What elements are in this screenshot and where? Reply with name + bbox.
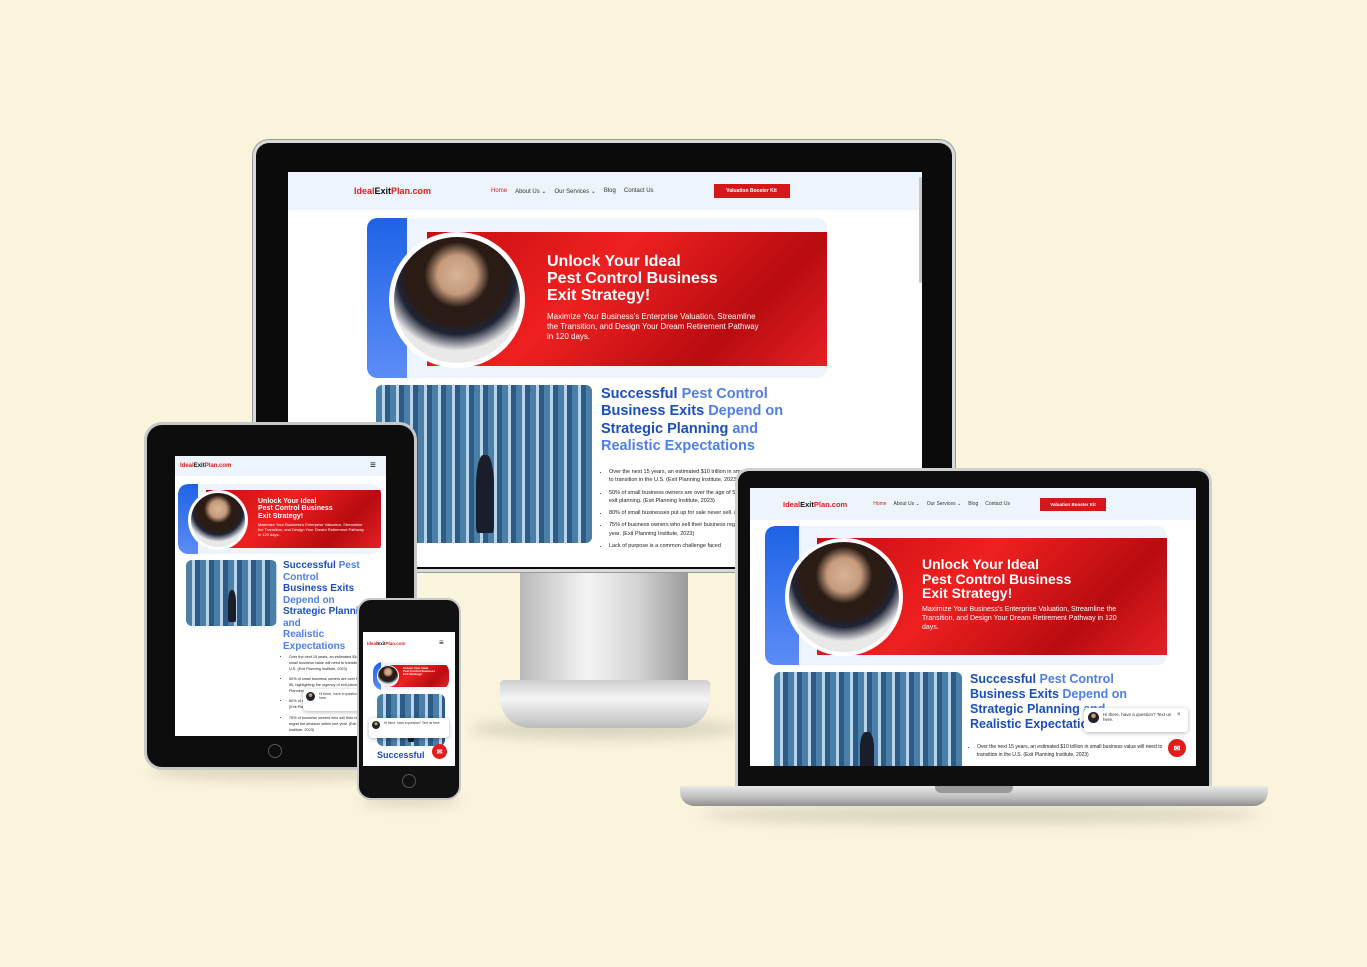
nav-home[interactable]: Home — [491, 188, 507, 195]
nav-services[interactable]: Our Services ⌄ — [554, 188, 595, 195]
stats-list: Over the next 15 years, an estimated $10… — [977, 744, 1167, 763]
list-item: Over the next 15 years, an estimated $10… — [977, 744, 1167, 759]
nav-contact[interactable]: Contact Us — [624, 188, 654, 195]
avatar — [306, 692, 315, 701]
chat-message: Hi there, have a question? Text us here. — [384, 721, 441, 725]
maze-image — [186, 560, 277, 626]
chat-button[interactable]: ✉ — [432, 744, 447, 759]
hero-banner: Unlock Your Ideal Pest Control Business Ex… — [178, 484, 381, 554]
speaker-photo — [191, 493, 245, 547]
scrollbar[interactable] — [919, 177, 922, 283]
hero-title: Unlock Your Ideal Pest Control Business Ex… — [547, 253, 718, 304]
maze-image — [774, 672, 962, 766]
hero-portrait — [389, 232, 525, 368]
chevron-down-icon: ⌄ — [590, 188, 596, 195]
hero-portrait — [188, 490, 248, 550]
navbar: IdealExitPlan.com Home About Us ⌄ Our Se… — [288, 172, 922, 210]
phone-home-button[interactable] — [402, 774, 416, 788]
navbar: IdealExitPlan.com Home About Us ⌄ Our Se… — [750, 488, 1196, 520]
hero-title: Unlock Your Ideal Pest Control Business Ex… — [258, 498, 333, 520]
section-heading: Successful Pest Control Business Exits D… — [601, 386, 784, 455]
speaker-photo — [789, 542, 899, 652]
hero-banner: Unlock Your Ideal Pest Control Business Ex… — [367, 218, 827, 378]
nav-about[interactable]: About Us ⌄ — [515, 188, 546, 195]
site-logo[interactable]: IdealExitPlan.com — [354, 186, 431, 196]
speaker-photo — [394, 237, 520, 363]
chat-button[interactable]: ✉ — [1168, 739, 1186, 757]
nav-blog[interactable]: Blog — [968, 501, 978, 507]
chat-message: Hi there, have a question? Text us here. — [1103, 712, 1171, 722]
laptop-shadow — [700, 806, 1260, 824]
hero-title: Unlock Your Ideal Pest Control Business Ex… — [403, 666, 436, 677]
tablet-screen: IdealExitPlan.com ≡ Unlock Your Ideal Pes… — [175, 456, 386, 736]
monitor-stand-base — [500, 680, 710, 728]
chevron-down-icon: ⌄ — [915, 501, 920, 507]
nav-blog[interactable]: Blog — [604, 188, 616, 195]
hero-banner: Unlock Your Ideal Pest Control Business Ex… — [765, 526, 1167, 665]
valuation-booster-button[interactable]: Valuation Booster Kit — [1039, 497, 1106, 511]
monitor-stand-neck — [520, 572, 688, 682]
nav-menu: Home About Us ⌄ Our Services ⌄ Blog Cont… — [491, 188, 654, 195]
businessman-figure — [228, 590, 236, 622]
businessman-figure — [476, 455, 494, 533]
nav-about[interactable]: About Us ⌄ — [894, 501, 920, 507]
hero-subtitle: Maximize Your Business's Enterprise Valu… — [922, 606, 1117, 631]
nav-contact[interactable]: Contact Us — [985, 501, 1010, 507]
hero-banner: Unlock Your Ideal Pest Control Business Ex… — [373, 662, 449, 690]
chevron-down-icon: ⌄ — [957, 501, 962, 507]
businessman-figure — [860, 732, 874, 766]
hero-subtitle: Maximize Your Business's Enterprise Valu… — [258, 522, 364, 537]
navbar: IdealExitPlan.com — [175, 456, 386, 476]
site-logo[interactable]: IdealExitPlan.com — [180, 463, 231, 469]
hero-subtitle: Maximize Your Business's Enterprise Valu… — [547, 312, 759, 341]
avatar — [372, 721, 380, 729]
nav-menu: Home About Us ⌄ Our Services ⌄ Blog Cont… — [873, 501, 1010, 507]
speaker-photo — [378, 666, 398, 686]
chat-popup[interactable]: Hi there, have a question? Text us here.… — [1084, 708, 1188, 732]
laptop-screen: IdealExitPlan.com Home About Us ⌄ Our Se… — [750, 488, 1196, 766]
chat-popup[interactable]: Hi there, have a question? Text us here. — [369, 718, 449, 738]
hero-title: Unlock Your Ideal Pest Control Business Ex… — [922, 556, 1072, 602]
site-logo[interactable]: IdealExitPlan.com — [367, 641, 406, 646]
phone-screen: IdealExitPlan.com ≡ Unlock Your Ideal Pes… — [363, 632, 455, 766]
nav-home[interactable]: Home — [873, 501, 886, 507]
laptop-notch — [935, 786, 1013, 793]
close-icon[interactable]: × — [1177, 712, 1181, 718]
chevron-down-icon: ⌄ — [541, 188, 547, 195]
tablet-home-button[interactable] — [268, 744, 282, 758]
menu-icon[interactable]: ≡ — [370, 460, 376, 471]
hero-portrait — [785, 538, 903, 656]
valuation-booster-button[interactable]: Valuation Booster Kit — [713, 184, 790, 198]
site-logo[interactable]: IdealExitPlan.com — [783, 500, 847, 509]
avatar — [1088, 712, 1099, 723]
menu-icon[interactable]: ≡ — [439, 638, 444, 647]
hero-portrait — [377, 665, 399, 687]
nav-services[interactable]: Our Services ⌄ — [927, 501, 962, 507]
